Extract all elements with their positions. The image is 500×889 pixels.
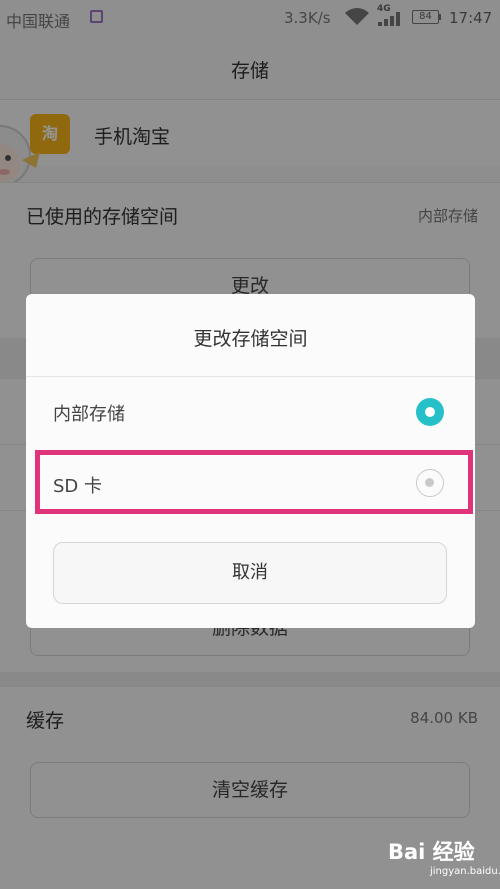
option-label: 内部存储 — [53, 404, 125, 425]
option-internal-storage[interactable]: 内部存储 — [26, 377, 475, 447]
highlight-box — [35, 450, 473, 514]
dialog-title: 更改存储空间 — [193, 328, 308, 350]
watermark-url: jingyan.baidu.com — [430, 866, 500, 877]
cancel-button[interactable]: 取消 — [53, 542, 447, 604]
radio-selected-icon[interactable] — [416, 398, 444, 426]
watermark-logo: Bai 经验 — [388, 840, 475, 864]
